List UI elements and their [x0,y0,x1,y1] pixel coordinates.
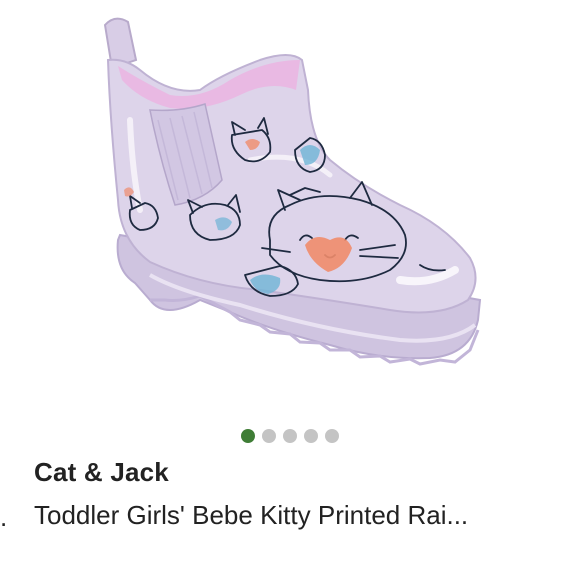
product-image[interactable] [0,0,580,420]
title-bullet: . [0,502,8,532]
carousel-dot-1[interactable] [241,429,255,443]
product-brand[interactable]: Cat & Jack [34,457,169,488]
carousel-dot-2[interactable] [262,429,276,443]
product-screen: Cat & Jack . Toddler Girls' Bebe Kitty P… [0,0,580,580]
carousel-dot-3[interactable] [283,429,297,443]
product-title[interactable]: Toddler Girls' Bebe Kitty Printed Rai... [34,500,574,531]
carousel-dot-4[interactable] [304,429,318,443]
image-carousel-dots [0,429,580,443]
carousel-dot-5[interactable] [325,429,339,443]
